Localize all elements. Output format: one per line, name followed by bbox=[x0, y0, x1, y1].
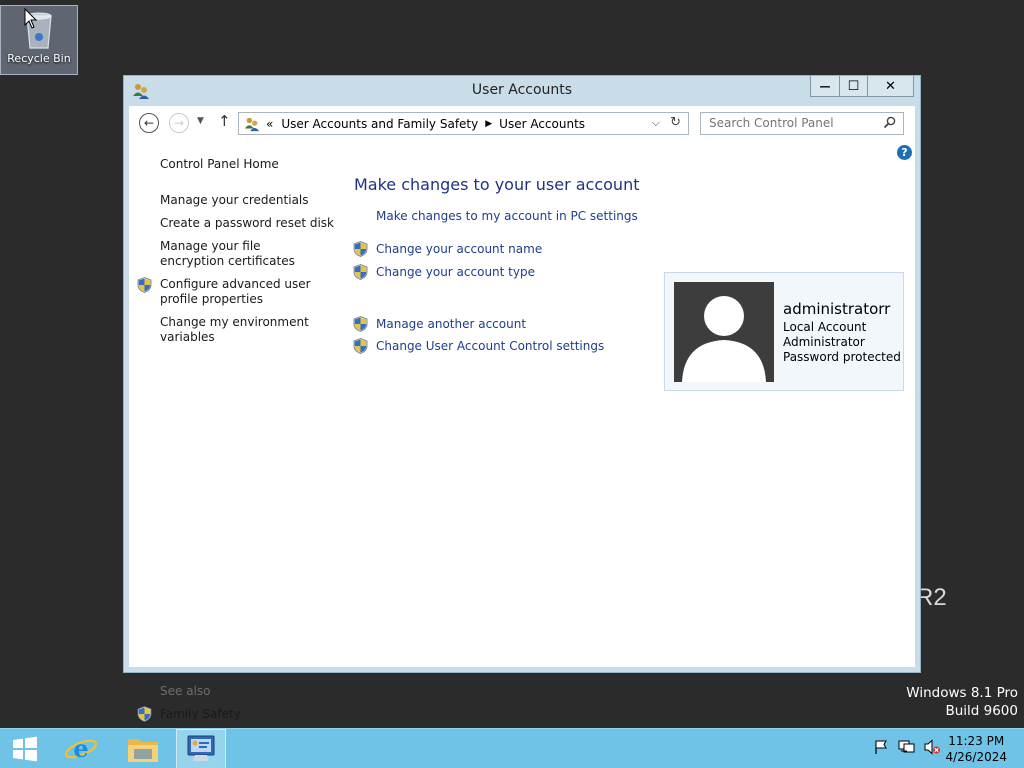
chevron-down-icon: ▼ bbox=[197, 116, 204, 126]
back-button[interactable]: ← bbox=[139, 113, 159, 133]
search-box[interactable] bbox=[700, 112, 904, 135]
window-controls: — ☐ ✕ bbox=[810, 76, 914, 97]
advanced-profile-properties-link[interactable]: Configure advanced user profile properti… bbox=[160, 277, 320, 307]
left-nav-pane: Control Panel Home Manage your credentia… bbox=[129, 140, 339, 722]
arrow-right-icon: → bbox=[173, 116, 185, 130]
user-accounts-family-icon bbox=[244, 117, 260, 131]
uac-settings-link[interactable]: Change User Account Control settings bbox=[376, 339, 604, 353]
close-button[interactable]: ✕ bbox=[867, 76, 913, 96]
taskbar-internet-explorer[interactable]: e bbox=[56, 729, 106, 768]
refresh-icon[interactable]: ↻ bbox=[670, 115, 681, 130]
title-bar[interactable]: User Accounts — ☐ ✕ bbox=[124, 76, 920, 106]
user-accounts-window: User Accounts — ☐ ✕ ← → ▼ ↑ « User Accou… bbox=[123, 75, 921, 722]
address-history-chevron-icon[interactable]: ⌵ bbox=[652, 116, 660, 130]
clock-date: 4/26/2024 bbox=[945, 750, 1007, 764]
search-icon[interactable] bbox=[883, 116, 896, 129]
address-overflow-chevron[interactable]: « bbox=[266, 117, 273, 131]
environment-variables-link[interactable]: Change my environment variables bbox=[160, 315, 320, 345]
manage-credentials-link[interactable]: Manage your credentials bbox=[160, 193, 309, 208]
control-panel-icon bbox=[187, 735, 215, 761]
change-account-type-link[interactable]: Change your account type bbox=[376, 265, 535, 279]
recycle-bin-desktop-icon[interactable]: Recycle Bin bbox=[0, 5, 78, 75]
navigation-bar: ← → ▼ ↑ « User Accounts and Family Safet… bbox=[129, 106, 915, 140]
start-button[interactable] bbox=[0, 729, 50, 768]
uac-shield-icon bbox=[353, 338, 368, 354]
account-name: administratorr bbox=[783, 300, 891, 318]
arrow-left-icon: ← bbox=[143, 116, 155, 130]
breadcrumb-user-accounts[interactable]: User Accounts bbox=[499, 117, 585, 131]
uac-shield-icon bbox=[353, 264, 368, 280]
breadcrumb-separator-icon: ▶ bbox=[485, 118, 493, 129]
recycle-bin-label: Recycle Bin bbox=[7, 52, 71, 65]
file-encryption-certificates-link[interactable]: Manage your file encryption certificates bbox=[160, 239, 320, 269]
speaker-muted-icon[interactable] bbox=[923, 739, 941, 755]
password-reset-disk-link[interactable]: Create a password reset disk bbox=[160, 216, 334, 231]
pc-settings-link[interactable]: Make changes to my account in PC setting… bbox=[376, 209, 638, 223]
os-name: Windows 8.1 Pro bbox=[906, 685, 1018, 701]
network-icon[interactable] bbox=[897, 739, 915, 755]
avatar bbox=[674, 282, 774, 382]
window-title: User Accounts bbox=[471, 82, 573, 98]
svg-text:e: e bbox=[73, 734, 88, 763]
default-user-icon bbox=[682, 296, 766, 382]
system-tray bbox=[873, 739, 941, 755]
up-button[interactable]: ↑ bbox=[218, 112, 231, 130]
control-panel-home-link[interactable]: Control Panel Home bbox=[160, 157, 279, 172]
see-also-heading: See also bbox=[160, 684, 211, 698]
taskbar: e 11:23 PM 4/26/2024 bbox=[0, 728, 1024, 768]
arrow-up-icon: ↑ bbox=[218, 112, 231, 130]
account-card: administratorr Local Account Administrat… bbox=[664, 272, 904, 391]
uac-shield-icon bbox=[353, 241, 368, 257]
uac-shield-icon bbox=[137, 277, 152, 293]
account-password-status: Password protected bbox=[783, 350, 901, 364]
windows-logo-icon bbox=[13, 736, 37, 762]
content-pane: ? Control Panel Home Manage your credent… bbox=[129, 140, 915, 722]
account-role: Administrator bbox=[783, 335, 865, 349]
account-type: Local Account bbox=[783, 320, 867, 334]
folder-icon bbox=[128, 739, 158, 762]
maximize-icon: ☐ bbox=[847, 78, 860, 94]
help-icon[interactable]: ? bbox=[897, 145, 912, 160]
recent-locations-dropdown[interactable]: ▼ bbox=[197, 116, 204, 126]
minimize-button[interactable]: — bbox=[811, 76, 839, 96]
uac-shield-icon bbox=[137, 706, 152, 722]
address-bar[interactable]: « User Accounts and Family Safety ▶ User… bbox=[238, 112, 689, 135]
os-build: Build 9600 bbox=[945, 703, 1018, 719]
page-title: Make changes to your user account bbox=[354, 175, 640, 194]
internet-explorer-icon: e bbox=[64, 734, 98, 763]
minimize-icon: — bbox=[819, 79, 831, 93]
manage-another-account-link[interactable]: Manage another account bbox=[376, 317, 526, 331]
breadcrumb-user-accounts-family-safety[interactable]: User Accounts and Family Safety bbox=[281, 117, 478, 131]
action-center-flag-icon[interactable] bbox=[873, 739, 889, 755]
os-version-watermark: Windows 8.1 Pro Build 9600 bbox=[906, 684, 1018, 720]
uac-shield-icon bbox=[353, 316, 368, 332]
clock-time: 11:23 PM bbox=[948, 734, 1005, 748]
taskbar-clock[interactable]: 11:23 PM 4/26/2024 bbox=[945, 733, 1007, 765]
maximize-button[interactable]: ☐ bbox=[839, 76, 867, 96]
mouse-cursor-icon bbox=[24, 8, 38, 29]
close-icon: ✕ bbox=[885, 78, 896, 94]
taskbar-control-panel[interactable] bbox=[176, 729, 226, 768]
forward-button[interactable]: → bbox=[169, 113, 189, 133]
change-account-name-link[interactable]: Change your account name bbox=[376, 242, 542, 256]
taskbar-file-explorer[interactable] bbox=[118, 729, 168, 768]
family-safety-link[interactable]: Family Safety bbox=[160, 707, 241, 722]
search-input[interactable] bbox=[709, 116, 869, 130]
